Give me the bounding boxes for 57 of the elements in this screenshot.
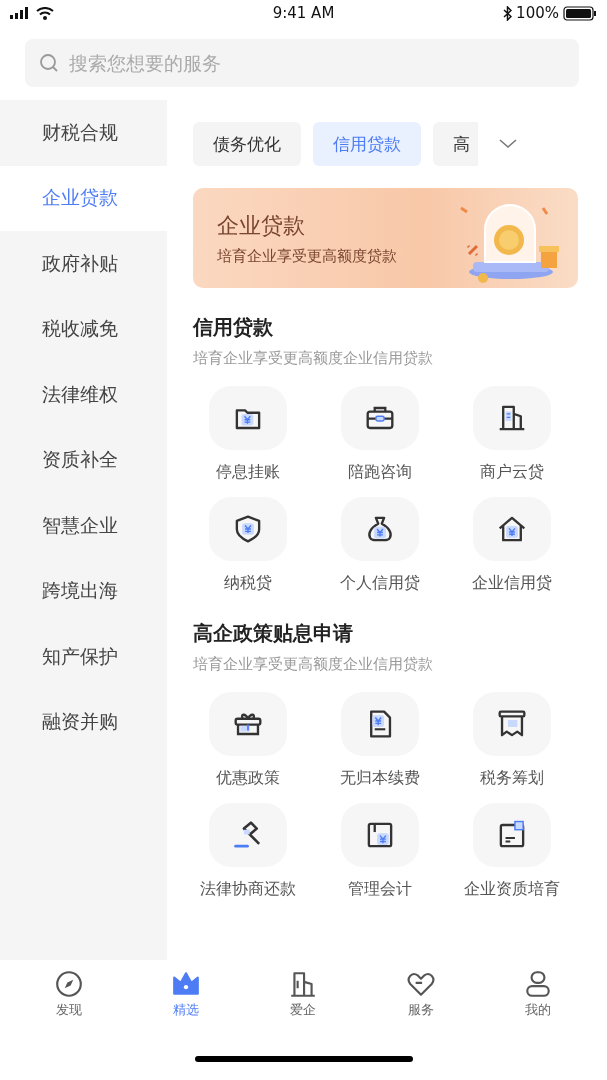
service-label: 陪跑咨询 <box>348 462 412 483</box>
service-tile[interactable] <box>209 803 287 867</box>
service-tile[interactable] <box>209 497 287 561</box>
sidebar-item[interactable]: 融资并购 <box>0 689 167 755</box>
service-tile[interactable] <box>341 803 419 867</box>
sidebar-item[interactable]: 企业贷款 <box>0 165 167 231</box>
category-tab[interactable]: 债务优化 <box>193 122 301 166</box>
service-label: 商户云贷 <box>480 462 544 483</box>
service-label: 纳税贷 <box>224 573 272 594</box>
nav-tab[interactable]: 服务 <box>380 968 461 1038</box>
nav-tab[interactable]: 爱企 <box>263 968 344 1038</box>
battery-icon <box>563 5 597 21</box>
sidebar-item[interactable]: 跨境出海 <box>0 558 167 624</box>
service-tile[interactable] <box>341 692 419 756</box>
section-title: 高企政策贴息申请 <box>193 620 354 647</box>
section-subtitle: 培育企业享受更高额度企业信用贷款 <box>193 655 434 674</box>
search-field[interactable]: 搜索您想要的服务 <box>25 39 579 87</box>
service-label: 个人信用贷 <box>340 573 420 594</box>
sidebar-item[interactable]: 知产保护 <box>0 624 167 690</box>
service-label: 企业资质培育 <box>464 879 560 900</box>
battery-percent: 100% <box>516 4 559 22</box>
chevron-down-icon[interactable] <box>498 138 518 150</box>
sidebar-item[interactable]: 税收减免 <box>0 296 167 362</box>
service-tile[interactable] <box>473 803 551 867</box>
sidebar-item[interactable]: 财税合规 <box>0 100 167 166</box>
bluetooth-icon <box>503 5 513 21</box>
service-tile[interactable] <box>473 386 551 450</box>
service-label: 企业信用贷 <box>472 573 552 594</box>
banner-title: 企业贷款 <box>217 211 306 240</box>
sidebar-item[interactable]: 资质补全 <box>0 427 167 493</box>
service-tile[interactable] <box>473 692 551 756</box>
service-label: 优惠政策 <box>216 768 280 789</box>
sidebar-item[interactable]: 智慧企业 <box>0 493 167 559</box>
service-label: 无归本续费 <box>340 768 420 789</box>
sidebar-item[interactable]: 政府补贴 <box>0 231 167 297</box>
service-label: 法律协商还款 <box>200 879 296 900</box>
section-subtitle: 培育企业享受更高额度企业信用贷款 <box>193 349 434 368</box>
service-tile[interactable] <box>473 497 551 561</box>
section-title: 信用贷款 <box>193 314 274 341</box>
banner-subtitle: 培育企业享受更高额度贷款 <box>217 246 397 266</box>
service-label: 管理会计 <box>348 879 412 900</box>
compass-icon <box>53 969 84 999</box>
service-tile[interactable] <box>341 497 419 561</box>
nav-tab[interactable]: 精选 <box>146 968 227 1038</box>
category-tab[interactable]: 高 <box>433 122 478 166</box>
promo-banner[interactable]: 企业贷款 培育企业享受更高额度贷款 <box>193 188 578 288</box>
service-tile[interactable] <box>341 386 419 450</box>
nav-tab[interactable]: 我的 <box>498 968 579 1038</box>
service-tile[interactable] <box>209 692 287 756</box>
service-label: 税务筹划 <box>480 768 544 789</box>
nav-tab[interactable]: 发现 <box>28 968 109 1038</box>
service-tile[interactable] <box>209 386 287 450</box>
service-label: 停息挂账 <box>216 462 280 483</box>
clock-time: 9:41 AM <box>272 4 335 22</box>
sidebar-item[interactable]: 法律维权 <box>0 362 167 428</box>
wifi-icon <box>36 6 54 20</box>
search-icon <box>39 53 59 73</box>
